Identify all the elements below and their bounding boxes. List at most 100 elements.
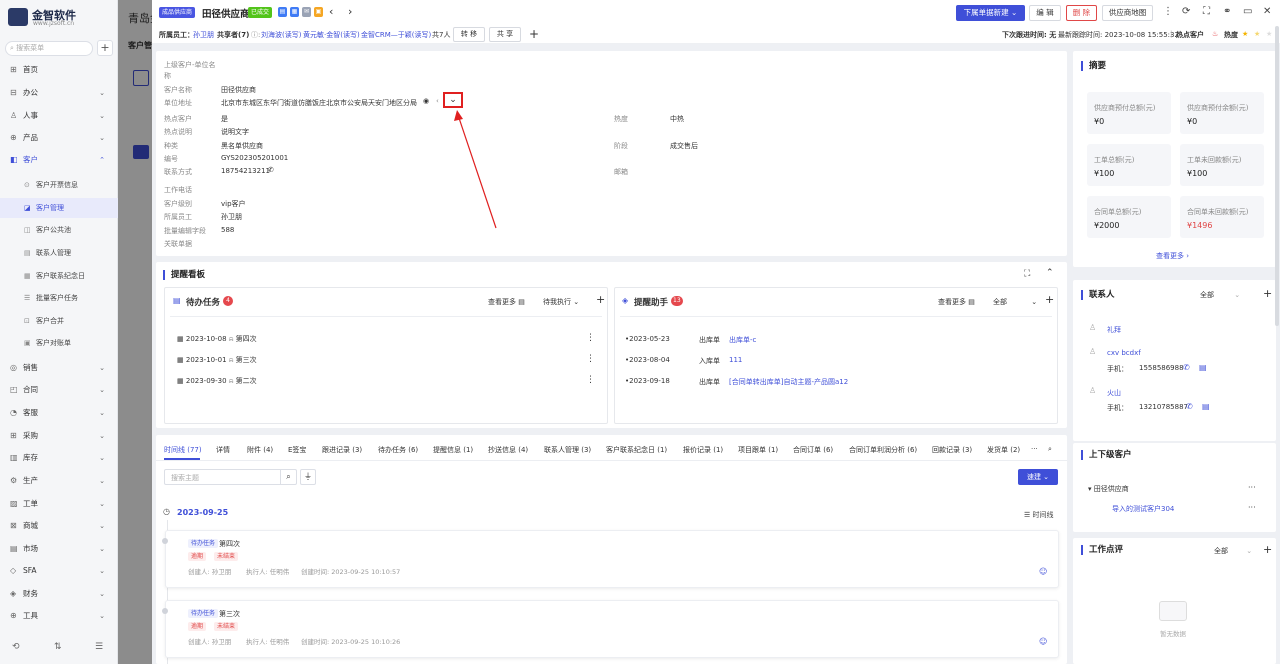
transfer-button[interactable]: 转 移 <box>453 27 485 42</box>
sidebar-item-service[interactable]: ◔ 客服 ⌄ <box>0 403 118 423</box>
fullscreen-icon[interactable]: ⛶ <box>1203 6 1210 17</box>
add-menu-button[interactable]: + <box>97 40 113 56</box>
more-vertical-icon[interactable]: ⋮ <box>586 333 595 343</box>
filter-icon[interactable]: ⏚ <box>300 469 316 485</box>
sidebar-item-sales[interactable]: ◎ 销售 ⌄ <box>0 358 118 378</box>
share-user-2[interactable]: 黄元敏·金智(读写) <box>303 30 360 40</box>
tab-contacts[interactable]: 联系人管理 (3) <box>544 445 591 455</box>
sidebar-item-contract[interactable]: ◰ 合同 ⌄ <box>0 380 118 400</box>
sidebar-item-sfa[interactable]: ◇ SFA ⌄ <box>0 561 118 581</box>
file-icon[interactable]: ▦ <box>290 7 299 17</box>
sidebar-item-workorder[interactable]: ▨ 工单 ⌄ <box>0 494 118 514</box>
tab-cc[interactable]: 抄送信息 (4) <box>488 445 528 455</box>
mail-icon[interactable]: ✉ <box>302 7 311 17</box>
todo-item[interactable]: ▦ 2023-10-08 ⍾ 第四次 <box>177 334 257 344</box>
contacts-filter-select[interactable]: 全部 ⌄ <box>1200 290 1240 300</box>
sub-item-statement[interactable]: ▣ 客户对账单 <box>0 333 118 353</box>
sidebar-item-tools[interactable]: ⊕ 工具 ⌄ <box>0 606 118 626</box>
timeline-entry[interactable]: 待办任务 第四次 逾期 未结束 创建人: 孙卫朋 执行人: 任明伟 创建时间: … <box>162 530 1059 588</box>
supplier-map-button[interactable]: 供应商地图 <box>1102 5 1153 21</box>
modal-overlay[interactable] <box>118 0 152 664</box>
phone-icon[interactable]: ✆ <box>268 166 274 174</box>
share-user-3[interactable]: 金智CRM—于颖(读写) <box>361 30 431 40</box>
collapse-menu-icon[interactable]: ☰ <box>95 642 103 652</box>
sidebar-item-production[interactable]: ⚙ 生产 ⌄ <box>0 471 118 491</box>
sub-item-batch-task[interactable]: ☰ 批量客户任务 <box>0 288 118 308</box>
message-icon[interactable]: ▤ <box>1202 402 1210 411</box>
timeline-entry[interactable]: 待办任务 第三次 逾期 未结束 创建人: 孙卫朋 执行人: 任明伟 创建时间: … <box>162 600 1059 658</box>
sidebar-item-office[interactable]: ⊟ 办公 ⌄ <box>0 83 118 103</box>
note-icon[interactable]: ▣ <box>314 7 323 17</box>
tab-projects[interactable]: 项目跟单 (1) <box>738 445 778 455</box>
message-icon[interactable]: ▤ <box>1199 363 1207 372</box>
tab-todos[interactable]: 待办任务 (6) <box>378 445 418 455</box>
assistant-more-link[interactable]: 查看更多 ▤ <box>938 297 975 307</box>
sub-item-customer-manage[interactable]: ◪ 客户管理 <box>0 198 118 218</box>
link-icon[interactable]: ⚭ <box>1223 6 1231 17</box>
sidebar-item-home[interactable]: ⊞ 首页 <box>0 60 118 80</box>
comments-filter-select[interactable]: 全部 ⌄ <box>1214 546 1252 556</box>
menu-search-input[interactable]: ⌕ 搜索菜单 <box>5 41 93 56</box>
add-share-icon[interactable]: + <box>529 27 539 41</box>
next-record-icon[interactable]: › <box>348 5 352 18</box>
owner-value[interactable]: 孙卫朋 <box>193 30 214 40</box>
more-vertical-icon[interactable]: ⋮ <box>586 354 595 364</box>
more-vertical-icon[interactable]: ⋮ <box>586 375 595 385</box>
sub-item-merge[interactable]: ⊡ 客户合并 <box>0 311 118 331</box>
history-icon[interactable]: ⟲ <box>12 642 20 652</box>
close-icon[interactable]: ✕ <box>1263 6 1271 17</box>
window-icon[interactable]: ▭ <box>1243 6 1252 17</box>
add-reminder-icon[interactable]: + <box>1045 293 1054 306</box>
tab-attachments[interactable]: 附件 (4) <box>247 445 273 455</box>
assistant-link[interactable]: 111 <box>729 356 742 364</box>
tab-payments[interactable]: 回款记录 (3) <box>932 445 972 455</box>
add-contact-icon[interactable]: + <box>1263 287 1272 300</box>
fullscreen-icon[interactable]: ⛶ <box>1024 269 1030 279</box>
contact-name[interactable]: cxv bcdxf <box>1107 349 1141 357</box>
previous-record-icon[interactable]: ‹ <box>329 5 333 18</box>
tab-reminders[interactable]: 提醒信息 (1) <box>433 445 473 455</box>
more-horizontal-icon[interactable]: ··· <box>1248 483 1256 492</box>
new-subordinate-doc-button[interactable]: 下属单据新建 ⌄ <box>956 5 1025 21</box>
search-icon[interactable]: ⌕ <box>1048 445 1052 454</box>
star-icon[interactable]: ★ <box>1266 30 1272 38</box>
star-icon[interactable]: ★ <box>1254 30 1260 38</box>
sidebar-item-purchase[interactable]: ⊞ 采购 ⌄ <box>0 426 118 446</box>
assistant-link[interactable]: [合同单转出库单]自动主题-产品圆a12 <box>729 377 848 387</box>
search-icon[interactable]: ⌕ <box>280 470 296 484</box>
tab-profit-analysis[interactable]: 合同订单利润分析 (6) <box>849 445 917 455</box>
more-horizontal-icon[interactable]: ··· <box>1248 503 1256 512</box>
doc-icon[interactable]: ▤ <box>278 7 287 17</box>
collapse-icon[interactable]: ⌃ <box>1046 268 1054 278</box>
sidebar-item-finance[interactable]: ◈ 财务 ⌄ <box>0 584 118 604</box>
refresh-icon[interactable]: ⟳ <box>1182 6 1190 17</box>
add-comment-icon[interactable]: + <box>1263 543 1272 556</box>
sidebar-item-product[interactable]: ⊕ 产品 ⌄ <box>0 128 118 148</box>
todo-filter-select[interactable]: 待我执行 ⌄ <box>543 297 579 307</box>
star-icon[interactable]: ★ <box>1242 30 1248 38</box>
tab-timeline[interactable]: 时间线 (77) <box>164 445 202 455</box>
timeline-view-toggle[interactable]: ☰ 时间线 <box>1024 510 1054 520</box>
share-icon[interactable]: ‹ <box>436 97 439 105</box>
edit-button[interactable]: 编 辑 <box>1029 5 1061 21</box>
assistant-link[interactable]: 出库单-c <box>729 335 756 345</box>
phone-icon[interactable]: ✆ <box>1183 363 1190 372</box>
sub-item-invoice[interactable]: ⊙ 客户开票信息 <box>0 175 118 195</box>
tab-details[interactable]: 详情 <box>216 445 230 455</box>
share-user-1[interactable]: 刘海波(读写) <box>261 30 301 40</box>
add-todo-icon[interactable]: + <box>596 293 605 306</box>
tab-quotes[interactable]: 报价记录 (1) <box>683 445 723 455</box>
assistant-item[interactable]: •2023-08-04 入库单 111 <box>625 356 742 365</box>
sub-item-public-pool[interactable]: ◫ 客户公共池 <box>0 220 118 240</box>
sidebar-item-hr[interactable]: ♙ 人事 ⌄ <box>0 106 118 126</box>
assistant-item[interactable]: •2023-09-18 出库单 [合同单转出库单]自动主题-产品圆a12 <box>625 377 848 386</box>
tab-delivery[interactable]: 发货单 (2) <box>987 445 1020 455</box>
tab-contract-orders[interactable]: 合同订单 (6) <box>793 445 833 455</box>
sidebar-item-customer[interactable]: ◧ 客户 ⌃ <box>0 150 118 170</box>
more-tabs-icon[interactable]: ··· <box>1031 445 1038 453</box>
more-vertical-icon[interactable]: ⋮ <box>1163 6 1173 17</box>
tab-follow-records[interactable]: 跟进记录 (3) <box>322 445 362 455</box>
address-value[interactable]: 北京市东城区东华门街道仿膳饭庄北京市公安局天安门地区分局 <box>221 98 417 108</box>
tab-anniversary[interactable]: 客户联系纪念日 (1) <box>606 445 667 455</box>
hierarchy-parent[interactable]: ▾ 田径供应商 <box>1088 484 1129 494</box>
